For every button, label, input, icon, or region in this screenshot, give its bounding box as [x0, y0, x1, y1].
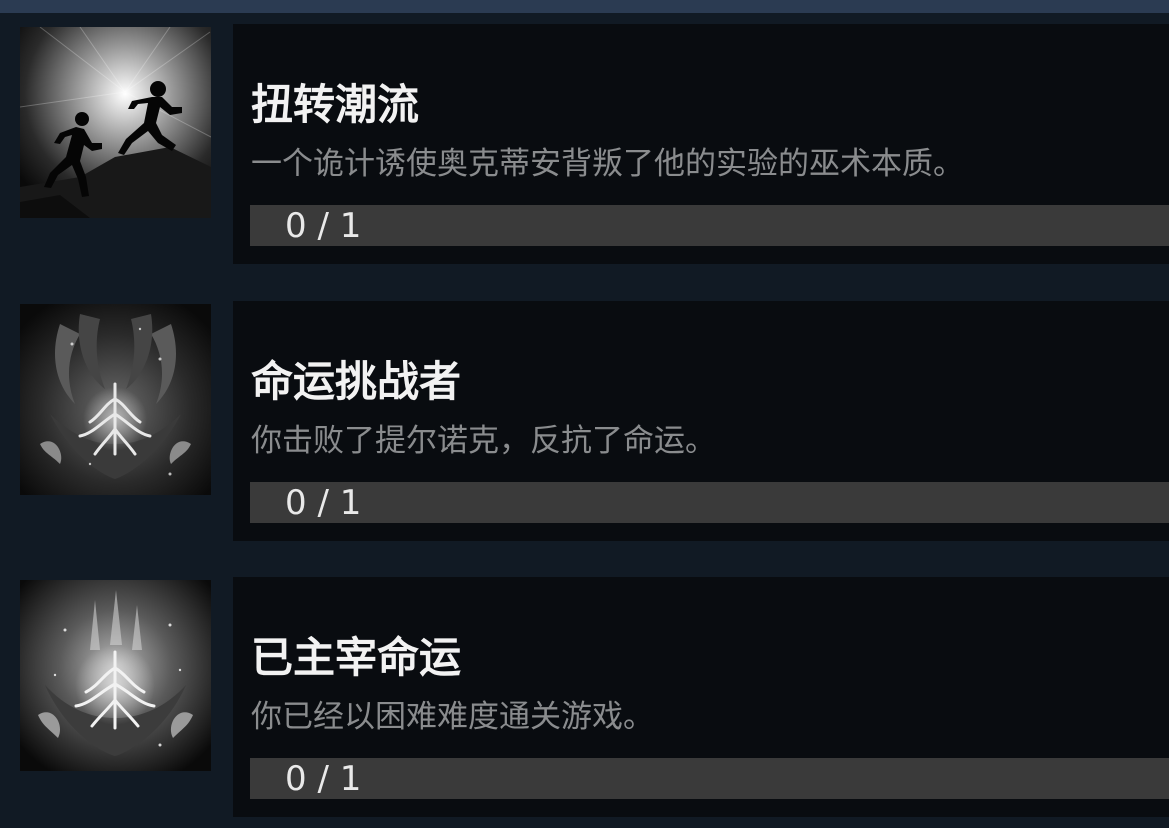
achievement-panel: 已主宰命运 你已经以困难难度通关游戏。 0 / 1	[233, 577, 1169, 817]
achievement-item[interactable]: 扭转潮流 一个诡计诱使奥克蒂安背叛了他的实验的巫术本质。 0 / 1	[0, 24, 1169, 267]
achievement-panel: 命运挑战者 你击败了提尔诺克，反抗了命运。 0 / 1	[233, 301, 1169, 541]
progress-bar: 0 / 1	[250, 482, 1169, 523]
progress-bar: 0 / 1	[250, 205, 1169, 246]
runners-icon	[20, 27, 211, 218]
glowing-crown-emblem-icon	[20, 580, 211, 771]
progress-text: 0 / 1	[285, 759, 362, 799]
achievement-description: 你击败了提尔诺克，反抗了命运。	[251, 423, 716, 459]
achievement-title: 扭转潮流	[251, 80, 420, 129]
crown-emblem-icon	[20, 304, 211, 495]
achievement-description: 一个诡计诱使奥克蒂安背叛了他的实验的巫术本质。	[251, 146, 964, 182]
achievement-title: 已主宰命运	[251, 633, 462, 682]
header-strip	[0, 0, 1169, 13]
achievement-panel: 扭转潮流 一个诡计诱使奥克蒂安背叛了他的实验的巫术本质。 0 / 1	[233, 24, 1169, 264]
progress-text: 0 / 1	[285, 483, 362, 523]
achievement-description: 你已经以困难难度通关游戏。	[251, 699, 654, 735]
achievement-item[interactable]: 已主宰命运 你已经以困难难度通关游戏。 0 / 1	[0, 577, 1169, 820]
achievement-item[interactable]: 命运挑战者 你击败了提尔诺克，反抗了命运。 0 / 1	[0, 301, 1169, 544]
progress-text: 0 / 1	[285, 206, 362, 246]
progress-bar: 0 / 1	[250, 758, 1169, 799]
achievement-title: 命运挑战者	[251, 357, 462, 406]
